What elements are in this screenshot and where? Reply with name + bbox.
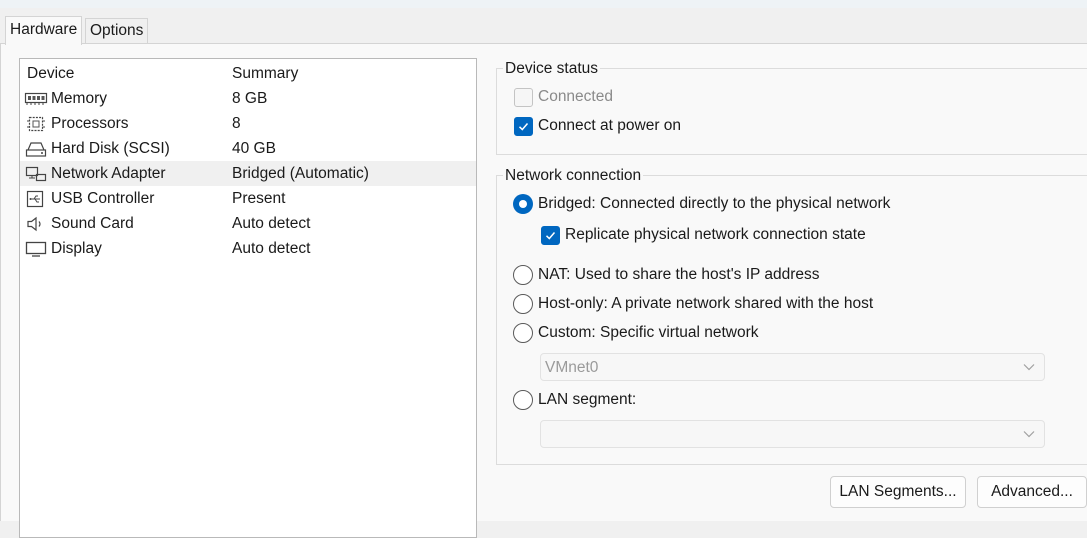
host-only-label: Host-only: A private network shared with… <box>538 295 874 312</box>
device-name: Sound Card <box>51 215 134 232</box>
device-summary: Auto detect <box>232 215 311 232</box>
tab-options[interactable]: Options <box>85 18 149 43</box>
custom-network-dropdown[interactable]: VMnet0 <box>540 353 1045 381</box>
device-name: Memory <box>51 90 107 107</box>
chevron-down-icon <box>1023 364 1035 371</box>
device-name: Processors <box>51 115 129 132</box>
connected-label: Connected <box>538 88 613 105</box>
chevron-down-icon <box>1023 431 1035 438</box>
host-only-radio[interactable] <box>513 294 533 314</box>
tab-bar: Hardware Options <box>0 8 1087 45</box>
usb-icon <box>26 190 44 208</box>
device-summary: 8 <box>232 115 241 132</box>
device-row-network-adapter[interactable]: Network Adapter Bridged (Automatic) <box>20 161 476 186</box>
network-connection-title: Network connection <box>503 167 644 185</box>
device-list-header: Device Summary <box>20 61 476 86</box>
custom-label: Custom: Specific virtual network <box>538 324 759 341</box>
lan-segment-label: LAN segment: <box>538 391 637 408</box>
tab-hardware[interactable]: Hardware <box>5 16 83 45</box>
processor-icon <box>27 116 45 132</box>
monitor-icon <box>25 241 47 257</box>
device-name: Network Adapter <box>51 165 166 182</box>
network-adapter-icon <box>25 166 47 182</box>
device-summary: 40 GB <box>232 140 276 157</box>
device-summary: Bridged (Automatic) <box>232 165 369 182</box>
device-summary: Present <box>232 190 286 207</box>
nat-label: NAT: Used to share the host's IP address <box>538 266 820 283</box>
title-bar-strip <box>0 0 1087 8</box>
device-list[interactable]: Device Summary Memory 8 GB Processors 8 <box>19 58 477 538</box>
speaker-icon <box>27 216 41 232</box>
column-header-device[interactable]: Device <box>27 61 74 86</box>
connect-at-power-on-checkbox[interactable] <box>514 117 533 136</box>
checkmark-icon <box>518 123 529 131</box>
checkmark-icon <box>545 232 556 240</box>
device-name: Hard Disk (SCSI) <box>51 140 170 157</box>
device-summary: Auto detect <box>232 240 311 257</box>
lan-segments-button[interactable]: LAN Segments... <box>830 476 966 508</box>
replicate-state-label: Replicate physical network connection st… <box>565 226 866 243</box>
device-row-display[interactable]: Display Auto detect <box>20 236 476 261</box>
connect-at-power-on-label: Connect at power on <box>538 117 682 134</box>
bridged-radio[interactable] <box>513 194 533 214</box>
custom-network-value: VMnet0 <box>545 359 599 376</box>
device-summary: 8 GB <box>232 90 268 107</box>
device-status-group: Device status <box>496 60 1087 155</box>
device-name: Display <box>51 240 102 257</box>
device-row-usb-controller[interactable]: USB Controller Present <box>20 186 476 211</box>
lan-segment-dropdown[interactable] <box>540 420 1045 448</box>
device-row-sound-card[interactable]: Sound Card Auto detect <box>20 211 476 236</box>
nat-radio[interactable] <box>513 265 533 285</box>
connected-checkbox[interactable] <box>514 88 533 107</box>
advanced-button[interactable]: Advanced... <box>977 476 1087 508</box>
device-row-processors[interactable]: Processors 8 <box>20 111 476 136</box>
memory-icon <box>24 92 48 105</box>
hard-disk-icon <box>25 142 47 157</box>
bridged-label: Bridged: Connected directly to the physi… <box>538 195 891 212</box>
device-name: USB Controller <box>51 190 155 207</box>
device-row-memory[interactable]: Memory 8 GB <box>20 86 476 111</box>
replicate-state-checkbox[interactable] <box>541 226 560 245</box>
lan-segment-radio[interactable] <box>513 390 533 410</box>
custom-radio[interactable] <box>513 323 533 343</box>
device-row-hard-disk[interactable]: Hard Disk (SCSI) 40 GB <box>20 136 476 161</box>
device-status-title: Device status <box>503 60 601 78</box>
column-header-summary[interactable]: Summary <box>232 61 298 86</box>
